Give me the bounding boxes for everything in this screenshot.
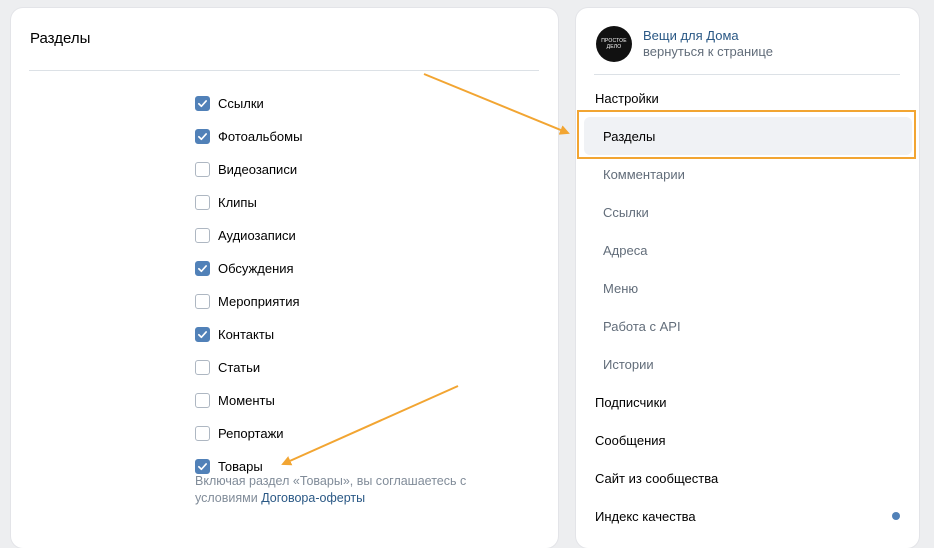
menu-item-label: Подписчики — [595, 394, 667, 410]
group-header: ПРОСТОЕ ДЕЛО Вещи для Дома вернуться к с… — [596, 26, 773, 62]
sections-checkbox-list: Ссылки Фотоальбомы Видеозаписи Клипы Аудиоза… — [195, 87, 302, 483]
section-checkbox-row[interactable]: Аудиозаписи — [195, 219, 302, 252]
checkbox-label: Клипы — [218, 195, 257, 210]
back-to-page-link[interactable]: вернуться к странице — [643, 44, 773, 60]
check-icon — [198, 133, 207, 141]
checkbox-label: Обсуждения — [218, 261, 294, 276]
menu-item-label: Сообщения — [595, 432, 666, 448]
group-avatar[interactable]: ПРОСТОЕ ДЕЛО — [596, 26, 632, 62]
settings-sidebar: ПРОСТОЕ ДЕЛО Вещи для Дома вернуться к с… — [576, 8, 919, 548]
section-checkbox-row[interactable]: Моменты — [195, 384, 302, 417]
menu-item[interactable]: Истории — [576, 345, 919, 383]
menu-item-label: Работа с API — [603, 318, 681, 334]
menu-item-label: Настройки — [595, 90, 659, 106]
avatar-logo-text: ПРОСТОЕ ДЕЛО — [601, 38, 627, 50]
checkbox-checked[interactable] — [195, 129, 210, 144]
checkbox-label: Фотоальбомы — [218, 129, 303, 144]
checkbox-label: Моменты — [218, 393, 275, 408]
section-checkbox-row[interactable]: Мероприятия — [195, 285, 302, 318]
menu-item[interactable]: Настройки — [576, 79, 919, 117]
menu-item[interactable]: Индекс качества — [576, 497, 919, 535]
panel-title: Разделы — [30, 30, 91, 47]
menu-item[interactable]: Подписчики — [576, 383, 919, 421]
checkbox-unchecked[interactable] — [195, 195, 210, 210]
menu-item-label: Истории — [603, 356, 654, 372]
menu-item[interactable]: Работа с API — [576, 307, 919, 345]
menu-item[interactable]: Адреса — [576, 231, 919, 269]
checkbox-unchecked[interactable] — [195, 162, 210, 177]
checkbox-label: Ссылки — [218, 96, 264, 111]
checkbox-label: Репортажи — [218, 426, 284, 441]
notification-dot — [892, 512, 900, 520]
checkbox-unchecked[interactable] — [195, 228, 210, 243]
check-icon — [198, 265, 207, 273]
section-checkbox-row[interactable]: Фотоальбомы — [195, 120, 302, 153]
menu-item[interactable]: Ссылки — [576, 193, 919, 231]
section-checkbox-row[interactable]: Репортажи — [195, 417, 302, 450]
menu-item-label: Индекс качества — [595, 508, 696, 524]
section-checkbox-row[interactable]: Клипы — [195, 186, 302, 219]
checkbox-unchecked[interactable] — [195, 360, 210, 375]
menu-item[interactable]: Разделы — [584, 117, 912, 155]
menu-item[interactable]: Комментарии — [576, 155, 919, 193]
menu-item-label: Адреса — [603, 242, 648, 258]
menu-item[interactable]: Меню — [576, 269, 919, 307]
divider — [29, 70, 539, 71]
menu-item-label: Комментарии — [603, 166, 685, 182]
checkbox-label: Мероприятия — [218, 294, 300, 309]
checkbox-checked[interactable] — [195, 261, 210, 276]
checkbox-label: Контакты — [218, 327, 275, 342]
menu-item-label: Сайт из сообщества — [595, 470, 719, 486]
menu-item[interactable]: Сайт из сообщества — [576, 459, 919, 497]
section-checkbox-row[interactable]: Контакты — [195, 318, 302, 351]
divider — [594, 74, 900, 75]
checkbox-checked[interactable] — [195, 96, 210, 111]
offer-agreement-link[interactable]: Договора-оферты — [261, 491, 365, 505]
check-icon — [198, 100, 207, 108]
terms-note: Включая раздел «Товары», вы соглашаетесь… — [195, 473, 495, 507]
check-icon — [198, 331, 207, 339]
checkbox-label: Видеозаписи — [218, 162, 298, 177]
menu-item-label: Ссылки — [603, 204, 649, 220]
checkbox-unchecked[interactable] — [195, 294, 210, 309]
checkbox-checked[interactable] — [195, 459, 210, 474]
section-checkbox-row[interactable]: Ссылки — [195, 87, 302, 120]
section-checkbox-row[interactable]: Статьи — [195, 351, 302, 384]
checkbox-label: Товары — [218, 459, 263, 474]
checkbox-checked[interactable] — [195, 327, 210, 342]
checkbox-unchecked[interactable] — [195, 393, 210, 408]
check-icon — [198, 463, 207, 471]
menu-item-label: Разделы — [603, 128, 656, 144]
section-checkbox-row[interactable]: Видеозаписи — [195, 153, 302, 186]
section-checkbox-row[interactable]: Обсуждения — [195, 252, 302, 285]
menu-item-label: Меню — [603, 280, 639, 296]
checkbox-label: Аудиозаписи — [218, 228, 296, 243]
checkbox-label: Статьи — [218, 360, 261, 375]
checkbox-unchecked[interactable] — [195, 426, 210, 441]
group-name-link[interactable]: Вещи для Дома — [643, 28, 773, 44]
menu-item[interactable]: Сообщения — [576, 421, 919, 459]
